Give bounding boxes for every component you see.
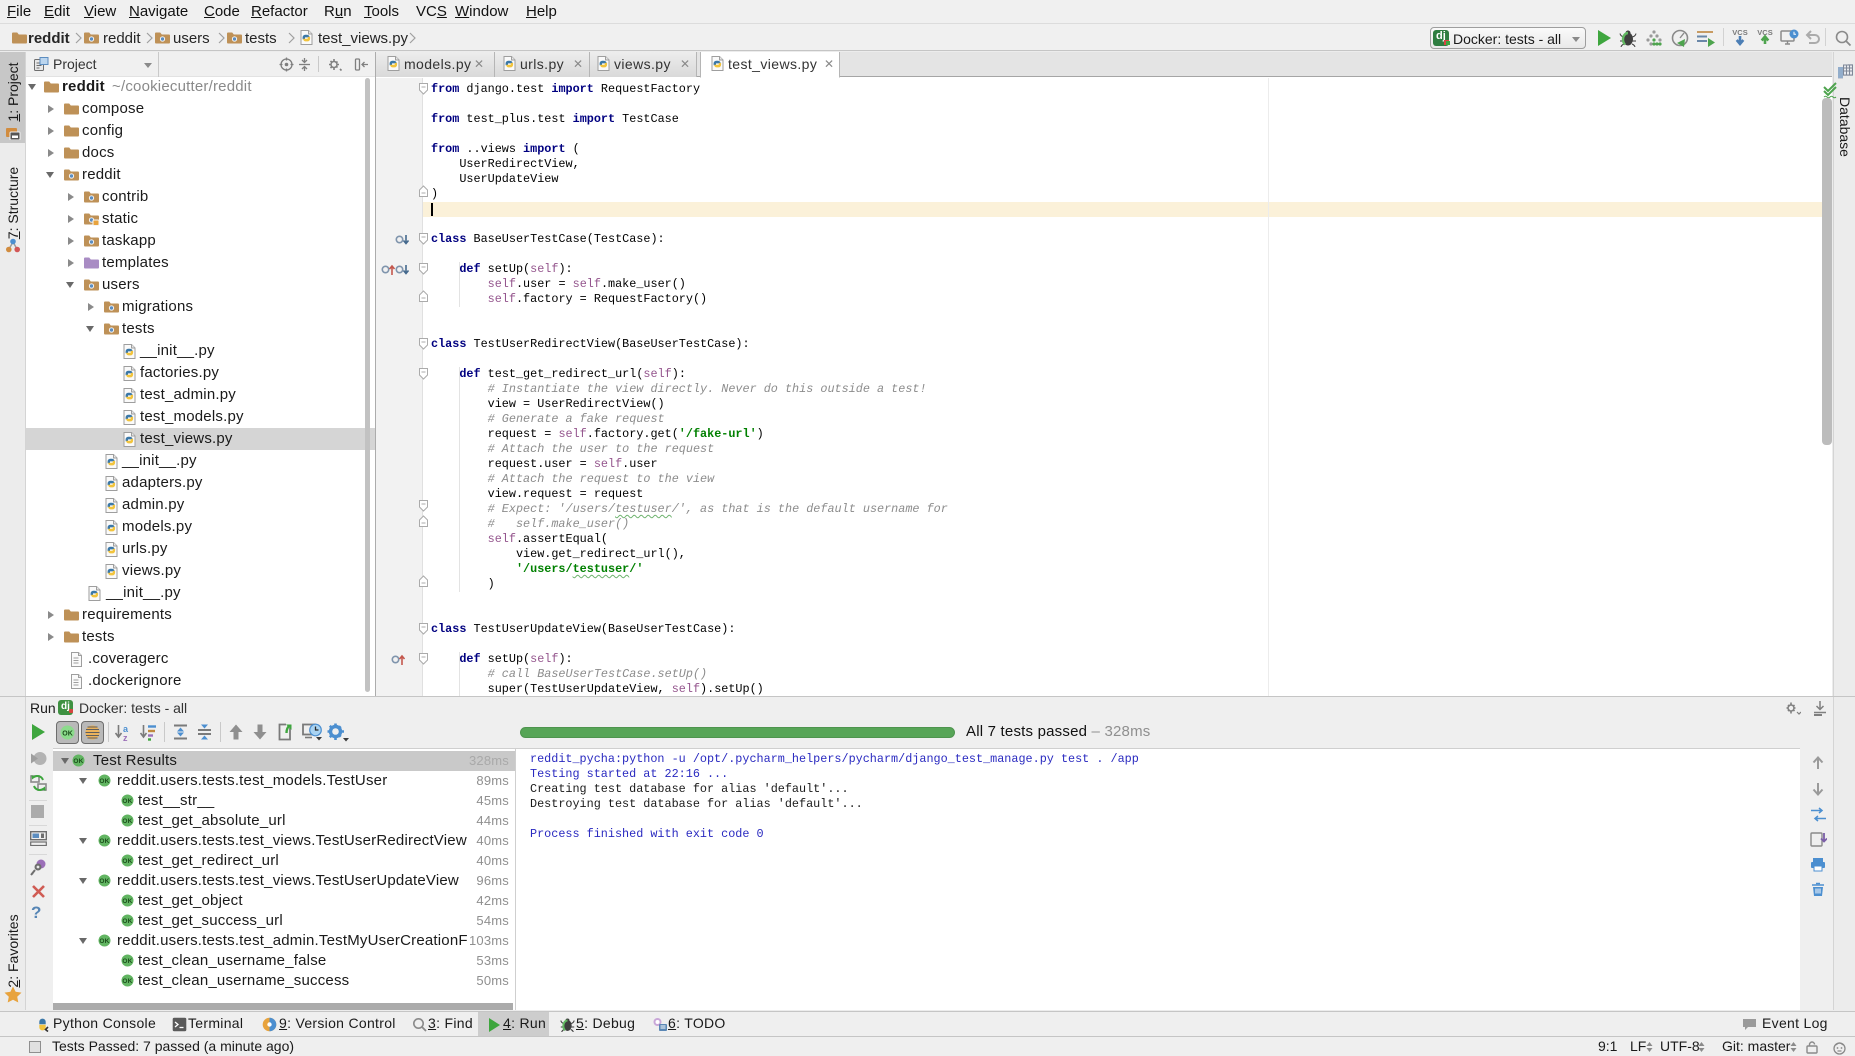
svg-text:z: z — [123, 733, 128, 741]
svg-text:OK: OK — [62, 731, 73, 738]
svg-text:VCS: VCS — [1732, 28, 1747, 37]
